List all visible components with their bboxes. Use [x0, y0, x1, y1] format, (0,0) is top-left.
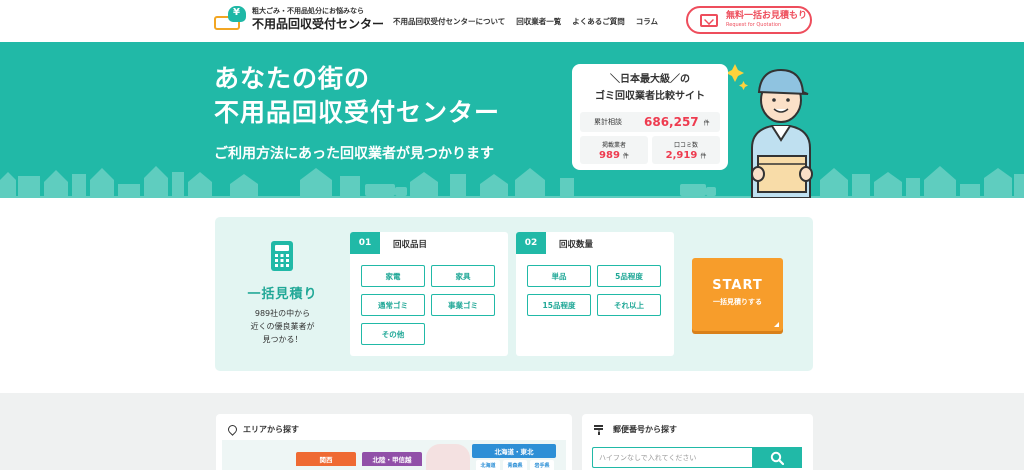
bulk-estimate-panel: 一括見積り 989社の中から 近くの優良業者が 見つかる！ 01 回収品目 家電…: [215, 217, 813, 371]
area-search-card: エリアから探す 関西 北陸・甲信越 北海道・東北 北海道 青森県 岩手県: [216, 414, 572, 470]
option-general-waste[interactable]: 通常ゴミ: [361, 294, 425, 316]
consult-unit: 件: [703, 119, 710, 127]
mail-icon: [700, 13, 718, 27]
estimate-description: 989社の中から 近くの優良業者が 見つかる！: [215, 307, 350, 346]
vendors-value: 989: [599, 150, 620, 161]
reviews-value: 2,919: [665, 150, 698, 161]
estimate-desc-line2: 近くの優良業者が: [250, 322, 315, 331]
vendors-unit: 件: [622, 153, 629, 160]
nav-faq[interactable]: よくあるご質問: [572, 16, 625, 27]
vendors-label: 掲載業者: [601, 142, 626, 149]
site-logo[interactable]: 粗大ごみ・不用品処分にお悩みなら 不用品回収受付センター: [214, 6, 384, 32]
hero-title-line1: あなたの街の: [214, 64, 371, 93]
total-consultations: 累計相談 686,257 件: [580, 112, 720, 132]
consult-value: 686,257: [644, 115, 699, 129]
option-about-5[interactable]: 5品程度: [597, 265, 661, 287]
vendor-count: 掲載業者 989 件: [580, 136, 648, 164]
nav-column[interactable]: コラム: [636, 16, 658, 27]
consult-label: 累計相談: [594, 118, 622, 126]
reviews-label: 口コミ数: [673, 142, 698, 149]
option-single[interactable]: 単品: [527, 265, 591, 287]
stats-card: ＼日本最大級／の ゴミ回収業者比較サイト 累計相談 686,257 件 掲載業者…: [572, 64, 728, 170]
logo-truck-icon: [214, 6, 248, 32]
town-illustration: [0, 166, 1024, 198]
main-nav: 不用品回収受付センターについて 回収業者一覧 よくあるご質問 コラム: [393, 16, 669, 27]
stats-head-line2: ゴミ回収業者比較サイト: [595, 91, 705, 102]
calculator-icon: [271, 241, 293, 271]
estimate-title: 一括見積り: [247, 287, 318, 302]
region-hokkaido-tohoku[interactable]: 北海道・東北: [472, 444, 556, 458]
postal-mark-icon: [594, 424, 603, 435]
step-item-type: 01 回収品目 家電 家具 通常ゴミ 事業ゴミ その他: [350, 232, 508, 356]
region-map: 関西 北陸・甲信越 北海道・東北 北海道 青森県 岩手県: [222, 440, 566, 470]
search-icon: [770, 451, 784, 465]
area-search-title: エリアから探す: [243, 425, 299, 434]
logo-tagline: 粗大ごみ・不用品処分にお悩みなら: [252, 7, 364, 15]
quote-button-sublabel: Request for Quotation: [726, 22, 782, 28]
estimate-desc-line3: 見つかる！: [262, 335, 303, 344]
step-number: 02: [516, 232, 546, 254]
region-kansai[interactable]: 関西: [296, 452, 356, 466]
nav-about[interactable]: 不用品回収受付センターについて: [393, 16, 505, 27]
option-appliances[interactable]: 家電: [361, 265, 425, 287]
hero-title-line2: 不用品回収受付センター: [214, 98, 501, 127]
start-estimate-button[interactable]: START 一括見積りする: [692, 258, 783, 331]
hero-title: あなたの街の 不用品回収受付センター: [214, 62, 500, 130]
nav-vendor-list[interactable]: 回収業者一覧: [516, 16, 561, 27]
postal-search-card: 郵便番号から探す ハイフンなしで入れてください: [582, 414, 813, 470]
option-about-15[interactable]: 15品程度: [527, 294, 591, 316]
map-pin-icon: [226, 423, 239, 436]
step-title: 回収数量: [559, 240, 594, 250]
start-button-sublabel: 一括見積りする: [713, 298, 762, 306]
corner-arrow-icon: [774, 322, 779, 327]
step-number: 01: [350, 232, 380, 254]
zip-search-button[interactable]: [752, 447, 802, 468]
hero-banner: あなたの街の 不用品回収受付センター ご利用方法にあった回収業者が見つかります …: [0, 42, 1024, 198]
pref-hokkaido[interactable]: 北海道: [476, 460, 500, 470]
option-more[interactable]: それ以上: [597, 294, 661, 316]
logo-title: 不用品回収受付センター: [252, 17, 385, 31]
option-business-waste[interactable]: 事業ゴミ: [431, 294, 495, 316]
reviews-unit: 件: [700, 153, 707, 160]
estimate-desc-line1: 989社の中から: [254, 309, 311, 318]
stats-head-line1: ＼日本最大級／の: [610, 74, 690, 85]
site-header: 粗大ごみ・不用品処分にお悩みなら 不用品回収受付センター 不用品回収受付センター…: [0, 0, 1024, 42]
zip-code-input[interactable]: ハイフンなしで入れてください: [592, 447, 752, 468]
region-hokuriku-koshinetsu[interactable]: 北陸・甲信越: [362, 452, 422, 466]
step-title: 回収品目: [393, 240, 428, 250]
pref-iwate[interactable]: 岩手県: [530, 460, 554, 470]
option-other[interactable]: その他: [361, 323, 425, 345]
review-count: 口コミ数 2,919 件: [652, 136, 720, 164]
pref-aomori[interactable]: 青森県: [503, 460, 527, 470]
quote-button-label: 無料一括お見積もり: [726, 11, 808, 21]
hero-subtitle: ご利用方法にあった回収業者が見つかります: [214, 146, 494, 162]
postal-search-title: 郵便番号から探す: [613, 425, 677, 434]
free-quote-button[interactable]: 無料一括お見積もり Request for Quotation: [686, 6, 812, 34]
option-furniture[interactable]: 家具: [431, 265, 495, 287]
map-shape: [426, 444, 470, 470]
step-quantity: 02 回収数量 単品 5品程度 15品程度 それ以上: [516, 232, 674, 356]
worker-mascot-illustration: [728, 64, 813, 198]
start-button-label: START: [712, 278, 763, 293]
